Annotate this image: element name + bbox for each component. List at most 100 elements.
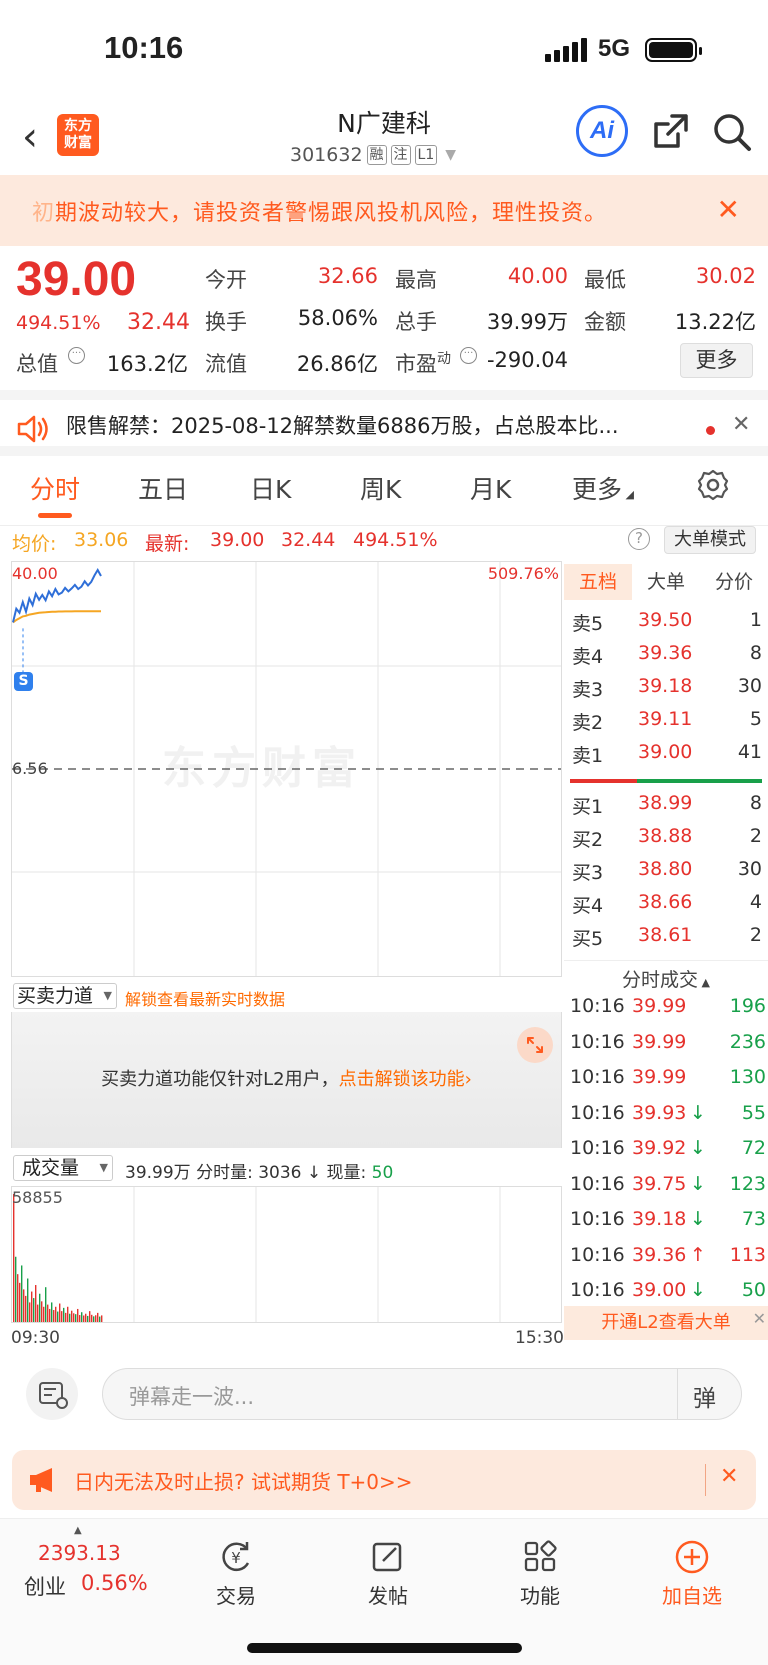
search-icon[interactable] xyxy=(712,112,752,152)
nav-trade[interactable]: ¥ 交易 xyxy=(186,1539,286,1609)
buy-row[interactable]: 买2 38.88 2 xyxy=(568,825,764,855)
trade-icon: ¥ xyxy=(222,1542,250,1572)
float-cap-label: 流值 xyxy=(205,352,247,376)
unlock-hint[interactable]: 解锁查看最新实时数据 xyxy=(125,986,285,1010)
buy-row[interactable]: 买1 38.99 8 xyxy=(568,792,764,822)
intraday-chart[interactable]: 东方财富 40.00 509.76% 6.56 S xyxy=(11,561,562,977)
avg-label: 均价: xyxy=(12,533,57,555)
tick-row: 10:16 39.36 ↑ 113 xyxy=(568,1244,768,1274)
market-cap-value: 163.2亿 xyxy=(106,352,188,376)
expand-icon[interactable] xyxy=(517,1027,553,1063)
quote-panel: 39.00 494.51% 32.44 今开 32.66 最高 40.00 最低… xyxy=(0,246,768,386)
volume-bar xyxy=(93,1316,95,1322)
sell-row[interactable]: 卖5 39.50 1 xyxy=(568,609,764,639)
force-select[interactable]: 买卖力道 ▼ xyxy=(13,983,117,1009)
sell-row[interactable]: 卖1 39.00 41 xyxy=(568,741,764,771)
unlock-link[interactable]: 点击解锁该功能 xyxy=(339,1069,465,1090)
share-icon[interactable] xyxy=(650,112,690,152)
volume-bar xyxy=(49,1308,51,1322)
clock: 10:16 xyxy=(104,30,184,65)
edit-icon xyxy=(372,1542,402,1572)
close-icon[interactable]: ✕ xyxy=(717,193,740,226)
comment-list-icon[interactable] xyxy=(26,1368,78,1420)
ai-assistant-button[interactable]: Ai xyxy=(576,105,628,157)
tab-five-day[interactable]: 五日 xyxy=(138,470,188,506)
futures-promo-banner[interactable]: 日内无法及时止损? 试试期货 T+0>> ✕ xyxy=(12,1450,756,1510)
tab-daily-k[interactable]: 日K xyxy=(250,470,291,506)
lockup-notice[interactable]: 限售解禁：2025-08-12解禁数量6886万股，占总股本比... ✕ xyxy=(0,390,768,456)
danmaku-input[interactable]: 弹幕走一波... 弹 xyxy=(102,1368,742,1420)
force-locked-panel[interactable]: 买卖力道功能仅针对L2用户，点击解锁该功能› xyxy=(11,1012,562,1148)
megaphone-icon xyxy=(28,1466,62,1494)
danmaku-send-button[interactable]: 弹 xyxy=(693,1379,716,1413)
marker-s-badge[interactable]: S xyxy=(14,672,33,691)
tab-price-distribution[interactable]: 分价 xyxy=(700,564,768,600)
sell-volume: 8 xyxy=(749,642,762,664)
stock-code: 301632 xyxy=(290,144,363,166)
tick-row: 10:16 39.99 196 xyxy=(568,995,768,1025)
volume-bar xyxy=(25,1295,27,1322)
sell-row[interactable]: 卖3 39.18 30 xyxy=(568,675,764,705)
tick-volume: 236 xyxy=(729,1030,766,1053)
volume-bar xyxy=(53,1310,55,1322)
more-button[interactable]: 更多 xyxy=(680,343,753,378)
volume-bar xyxy=(63,1307,65,1322)
tab-more[interactable]: 更多 ◢ xyxy=(572,470,634,506)
latest-label: 最新: xyxy=(145,533,190,555)
tick-volume: 55 xyxy=(741,1101,766,1124)
volume-value: 39.99万 xyxy=(486,310,568,334)
volume-bar xyxy=(45,1287,47,1322)
sell-row[interactable]: 卖2 39.11 5 xyxy=(568,708,764,738)
volume-bar xyxy=(19,1282,21,1322)
stock-code-row[interactable]: 301632 融 注 L1 ▼ xyxy=(290,144,456,166)
index-quote[interactable]: ▲ 2393.13 创业 0.56% xyxy=(18,1525,158,1607)
help-icon[interactable]: ? xyxy=(628,528,650,550)
tag-registration: 注 xyxy=(390,145,411,165)
change-amount: 32.44 xyxy=(127,310,190,335)
close-icon[interactable]: ✕ xyxy=(732,412,750,437)
volume-bar xyxy=(83,1315,85,1322)
open-l2-banner[interactable]: 开通L2查看大单 ✕ xyxy=(564,1306,768,1340)
tab-weekly-k[interactable]: 周K xyxy=(360,470,401,506)
volume-bar xyxy=(39,1293,41,1322)
volume-select[interactable]: 成交量 ▼ xyxy=(13,1155,113,1181)
order-book-tabs: 五档 大单 分价 xyxy=(564,564,768,600)
status-bar: 10:16 5G xyxy=(0,0,768,100)
sell-volume: 41 xyxy=(737,741,762,763)
unread-dot xyxy=(706,426,715,435)
sell-row[interactable]: 卖4 39.36 8 xyxy=(568,642,764,672)
buy-row[interactable]: 买4 38.66 4 xyxy=(568,891,764,921)
tab-intraday[interactable]: 分时 xyxy=(30,470,80,506)
buy-volume: 2 xyxy=(749,924,762,946)
high-value: 40.00 xyxy=(507,264,568,288)
settings-gear-icon[interactable] xyxy=(696,468,730,502)
nav-add-watchlist[interactable]: 加自选 xyxy=(642,1539,742,1609)
info-icon[interactable]: ··· xyxy=(68,347,85,364)
tab-five-levels[interactable]: 五档 xyxy=(564,564,632,600)
volume-indicator-bar: 成交量 ▼ 39.99万 分时量: 3036 ↓ 现量: 50 xyxy=(11,1152,562,1184)
volume-chart[interactable]: 58855 xyxy=(11,1186,562,1323)
amount-label: 金额 xyxy=(584,310,626,334)
big-order-mode-button[interactable]: 大单模式 xyxy=(664,526,756,554)
tab-big-orders[interactable]: 大单 xyxy=(632,564,700,600)
tick-trades-title[interactable]: 分时成交 ▲ xyxy=(564,960,768,992)
sell-price: 39.11 xyxy=(638,708,693,730)
battery-icon xyxy=(645,38,702,62)
tick-volume: 50 xyxy=(741,1279,766,1301)
volume-bar xyxy=(75,1314,77,1322)
tick-direction: ↓ xyxy=(690,1208,706,1230)
close-icon[interactable]: ✕ xyxy=(720,1464,738,1489)
volume-bar xyxy=(81,1312,83,1322)
tick-row: 10:16 39.18 ↓ 73 xyxy=(568,1208,768,1238)
close-icon[interactable]: ✕ xyxy=(753,1302,766,1336)
buy-row[interactable]: 买3 38.80 30 xyxy=(568,858,764,888)
tab-monthly-k[interactable]: 月K xyxy=(470,470,511,506)
tick-volume: 72 xyxy=(741,1137,766,1159)
nav-functions[interactable]: 功能 xyxy=(490,1539,590,1609)
turnover-label: 换手 xyxy=(205,310,247,334)
volume-bar xyxy=(61,1311,63,1322)
buy-row[interactable]: 买5 38.61 2 xyxy=(568,924,764,954)
nav-post[interactable]: 发帖 xyxy=(338,1539,438,1609)
tick-trades: 分时成交 ▲ 10:16 39.99 196 10:16 39.99 236 10:… xyxy=(564,958,768,1340)
volume-bar xyxy=(27,1278,29,1322)
